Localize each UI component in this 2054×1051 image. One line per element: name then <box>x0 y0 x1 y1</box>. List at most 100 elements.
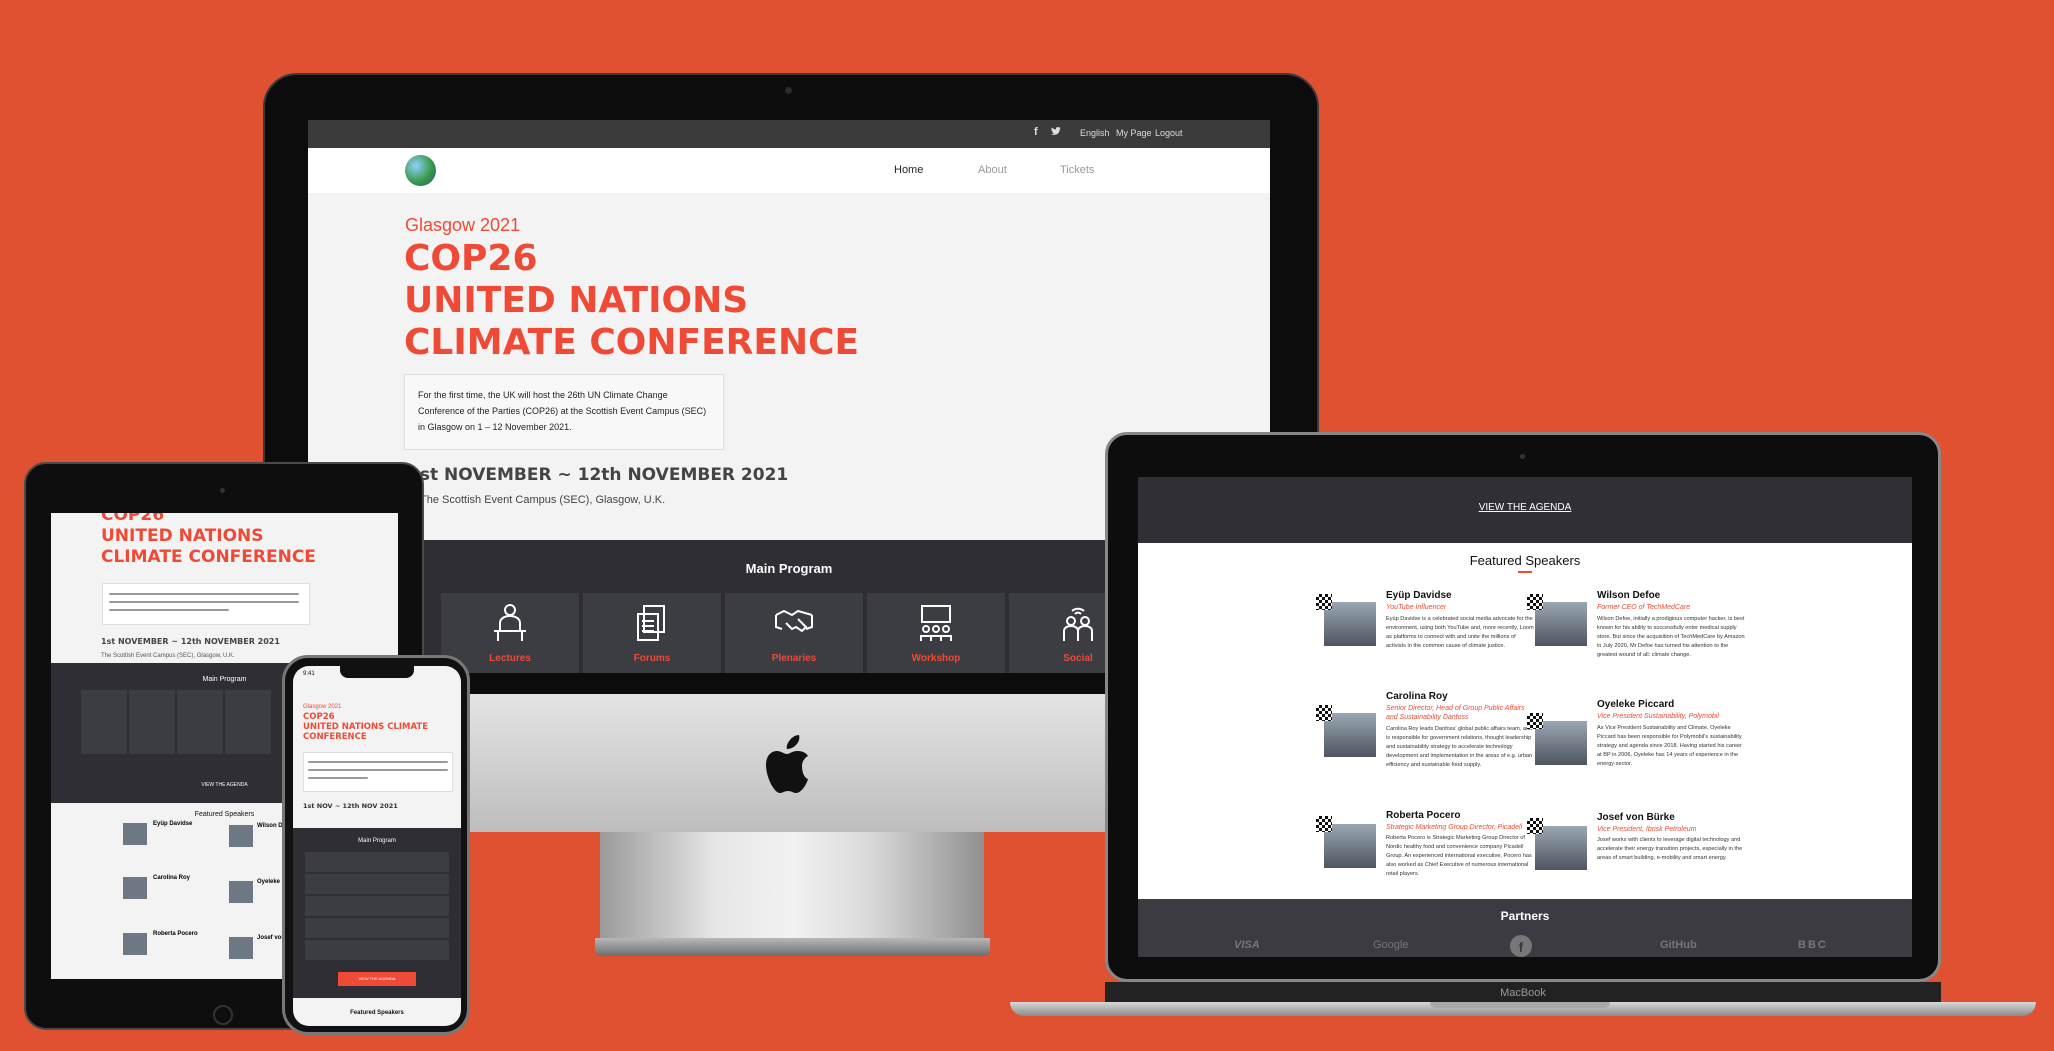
phone-program-row[interactable] <box>305 918 449 938</box>
program-lectures[interactable]: Lectures <box>441 593 580 673</box>
tablet-program-card[interactable] <box>81 690 127 754</box>
hero-title-line: UNITED NATIONS <box>404 280 749 321</box>
partners-section: Partners VISA Google f GitHub BBC <box>1138 899 1912 957</box>
tablet-speaker-name: Carolina Roy <box>153 875 191 881</box>
speaker-bio: Eyüp Davidse is a celebrated social medi… <box>1386 616 1534 649</box>
tablet-hero-title: COP26 UNITED NATIONS CLIMATE CONFERENCE <box>101 513 381 568</box>
hero-venue: The Scottish Event Campus (SEC), Glasgow… <box>420 494 666 506</box>
speaker-bio: As Vice President Sustainability and Cli… <box>1597 725 1742 767</box>
partner-logo-bbc[interactable]: BBC <box>1798 939 1828 951</box>
speaker-role: Vice President, Ibrisk Petroleum <box>1597 826 1697 833</box>
phone-title-line: UNITED NATIONS CLIMATE <box>303 722 429 732</box>
language-link[interactable]: English <box>1080 128 1110 138</box>
apple-logo-icon <box>766 735 816 795</box>
speaker-bio: Roberta Pocero is Strategic Marketing Gr… <box>1386 835 1532 877</box>
partner-logo-visa[interactable]: VISA <box>1234 939 1260 951</box>
phone-program-row[interactable] <box>305 896 449 916</box>
speaker-bio: Wilson Defoe, initially a prodigious com… <box>1597 616 1745 658</box>
speaker-name: Josef von Bürke <box>1597 812 1675 823</box>
imac-stand <box>600 832 984 950</box>
phone-program-row[interactable] <box>305 874 449 894</box>
macbook-screen: VIEW THE AGENDA Featured Speakers Eyüp D… <box>1138 477 1912 957</box>
hero-title-line: CLIMATE CONFERENCE <box>404 322 860 363</box>
speaker-photo <box>1527 818 1587 870</box>
program-workshop[interactable]: Workshop <box>867 593 1006 673</box>
tablet-title-line: CLIMATE CONFERENCE <box>101 547 316 567</box>
phone-dates: 1st NOV ~ 12th NOV 2021 <box>303 802 398 810</box>
tablet-description <box>102 583 310 625</box>
ipad-home-button <box>213 1005 233 1025</box>
speaker-photo <box>1527 713 1587 765</box>
tablet-speaker-name: Roberta Pocero <box>153 931 198 937</box>
agenda-banner: VIEW THE AGENDA <box>1138 477 1912 543</box>
phone-program-title: Main Program <box>358 838 396 844</box>
macbook-camera <box>1520 454 1525 459</box>
tablet-dates: 1st NOVEMBER ~ 12th NOVEMBER 2021 <box>101 637 280 646</box>
ipad-camera <box>220 488 225 493</box>
tablet-program-card[interactable] <box>225 690 271 754</box>
phone-eyebrow: Glasgow 2021 <box>303 704 342 710</box>
tablet-venue: The Scottish Event Campus (SEC), Glasgow… <box>101 653 235 659</box>
nav-about[interactable]: About <box>978 164 1007 176</box>
partners-title: Partners <box>1500 909 1550 923</box>
hero-eyebrow: Glasgow 2021 <box>405 215 521 235</box>
phone-program-row[interactable] <box>305 940 449 960</box>
imac-camera <box>785 87 792 94</box>
phone-program-row[interactable] <box>305 852 449 872</box>
tablet-title-line: COP26 <box>101 513 165 525</box>
speaker-photo <box>1527 594 1587 646</box>
speaker-role: Senior Director, Head of Group Public Af… <box>1386 705 1525 721</box>
phone-description <box>303 752 453 792</box>
tablet-title-line: UNITED NATIONS <box>101 526 264 546</box>
status-time: 9:41 <box>303 671 315 677</box>
workshop-icon <box>920 605 952 641</box>
tablet-speaker-photo <box>229 881 253 903</box>
tablet-program-card[interactable] <box>177 690 223 754</box>
speaker-name: Oyeleke Piccard <box>1597 699 1675 710</box>
phone-title-line: COP26 <box>303 712 335 722</box>
phone-agenda-button[interactable]: VIEW THE AGENDA <box>338 972 416 986</box>
my-page-link[interactable]: My Page <box>1116 128 1152 138</box>
tablet-program-card[interactable] <box>129 690 175 754</box>
partner-logo-github[interactable]: GitHub <box>1660 939 1697 951</box>
partner-logo-google[interactable]: Google <box>1373 939 1408 951</box>
speaker-photo <box>1316 816 1376 868</box>
program-forums[interactable]: Forums <box>583 593 722 673</box>
iphone-notch <box>340 666 414 678</box>
tablet-speaker-photo <box>123 823 147 845</box>
hero-dates: 1st NOVEMBER ~ 12th NOVEMBER 2021 <box>408 465 789 485</box>
handshake-icon <box>775 609 813 633</box>
speaker-role: Former CEO of TechMedCare <box>1597 604 1691 611</box>
speaker-photo <box>1316 705 1376 757</box>
top-bar: f English My Page Logout <box>308 120 1270 148</box>
main-nav: Home About Tickets <box>308 148 1270 193</box>
macbook-brand: MacBook <box>1105 982 1941 1004</box>
social-icon <box>1063 607 1093 641</box>
tablet-speaker-photo <box>229 825 253 847</box>
speaker-role: Strategic Marketing Group Director, Pica… <box>1386 824 1523 831</box>
program-label: Forums <box>633 653 671 664</box>
phone-program: Main Program VIEW THE AGENDA <box>293 828 461 998</box>
speaker-photo <box>1316 594 1376 646</box>
title-underline <box>1518 571 1532 573</box>
view-agenda-link[interactable]: VIEW THE AGENDA <box>1138 502 1912 513</box>
speaker-name: Roberta Pocero <box>1386 810 1461 821</box>
hero-description: For the first time, the UK will host the… <box>404 374 724 450</box>
tablet-speaker-photo <box>123 877 147 899</box>
facebook-icon[interactable]: f <box>1034 126 1038 138</box>
nav-home[interactable]: Home <box>894 164 923 176</box>
speaker-name: Carolina Roy <box>1386 691 1448 702</box>
speaker-name: Wilson Defoe <box>1597 590 1661 601</box>
logout-link[interactable]: Logout <box>1155 128 1183 138</box>
featured-speakers-title: Featured Speakers <box>1469 553 1581 568</box>
nav-tickets[interactable]: Tickets <box>1060 164 1094 176</box>
partner-logo-facebook[interactable]: f <box>1510 935 1532 957</box>
tablet-speaker-photo <box>229 937 253 959</box>
twitter-icon[interactable] <box>1051 127 1061 136</box>
phone-featured-title: Featured Speakers <box>350 1010 404 1016</box>
tablet-speaker-photo <box>123 933 147 955</box>
tablet-speaker-name: Eyüp Davidse <box>153 821 193 827</box>
program-plenaries[interactable]: Plenaries <box>725 593 864 673</box>
hero-title: COP26 UNITED NATIONS CLIMATE CONFERENCE <box>404 238 1004 364</box>
globe-logo-icon[interactable] <box>405 155 436 186</box>
